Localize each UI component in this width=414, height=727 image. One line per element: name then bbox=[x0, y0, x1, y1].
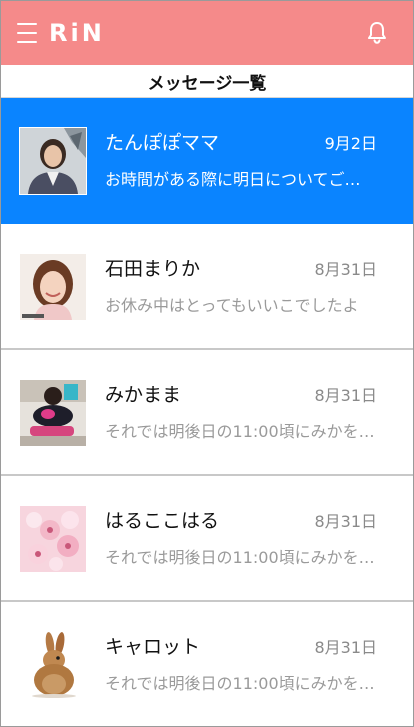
message-list-item[interactable]: 石田まりか 8月31日 お休み中はとってもいいこでしたよ bbox=[1, 224, 413, 350]
message-date: 8月31日 bbox=[314, 386, 377, 405]
app-screen: RiN メッセージ一覧 たんぽぽママ 9月2日 お時間がある際に明日についてご連… bbox=[0, 0, 414, 727]
page-title: メッセージ一覧 bbox=[1, 65, 413, 98]
message-preview: お休み中はとってもいいこでしたよ bbox=[105, 296, 359, 315]
child-crawling-photo-icon bbox=[20, 380, 86, 446]
message-list-item[interactable]: みかまま 8月31日 それでは明後日の11:00頃にみかをよろしく bbox=[1, 350, 413, 476]
message-list-item[interactable]: はるここはる 8月31日 それでは明後日の11:00頃にみかをよろしく bbox=[1, 476, 413, 602]
cherry-blossom-photo-icon bbox=[20, 506, 86, 572]
hamburger-menu-icon[interactable] bbox=[17, 23, 37, 43]
top-bar: RiN bbox=[1, 1, 413, 65]
avatar bbox=[20, 506, 86, 572]
avatar bbox=[19, 127, 87, 195]
message-date: 8月31日 bbox=[314, 260, 377, 279]
message-preview: それでは明後日の11:00頃にみかをよろしく bbox=[105, 674, 375, 693]
sender-name: たんぽぽママ bbox=[105, 132, 220, 154]
avatar bbox=[20, 632, 86, 698]
avatar bbox=[20, 380, 86, 446]
message-preview: お時間がある際に明日についてご連絡ください bbox=[105, 170, 375, 189]
sender-name: 石田まりか bbox=[105, 258, 201, 280]
message-date: 9月2日 bbox=[324, 134, 377, 153]
message-preview: それでは明後日の11:00頃にみかをよろしく bbox=[105, 422, 375, 441]
avatar bbox=[20, 254, 86, 320]
message-date: 8月31日 bbox=[314, 512, 377, 531]
sender-name: はるここはる bbox=[105, 510, 220, 532]
message-preview: それでは明後日の11:00頃にみかをよろしく bbox=[105, 548, 375, 567]
message-list-item[interactable]: たんぽぽママ 9月2日 お時間がある際に明日についてご連絡ください bbox=[1, 98, 413, 224]
woman-portrait-photo-icon bbox=[20, 128, 86, 194]
rabbit-photo-icon bbox=[20, 632, 86, 698]
woman-smiling-photo-icon bbox=[20, 254, 86, 320]
sender-name: みかまま bbox=[105, 384, 182, 406]
bell-icon[interactable] bbox=[366, 21, 388, 45]
app-logo: RiN bbox=[49, 19, 105, 47]
message-list-item[interactable]: キャロット 8月31日 それでは明後日の11:00頃にみかをよろしく bbox=[1, 602, 413, 726]
message-date: 8月31日 bbox=[314, 638, 377, 657]
sender-name: キャロット bbox=[105, 636, 201, 658]
